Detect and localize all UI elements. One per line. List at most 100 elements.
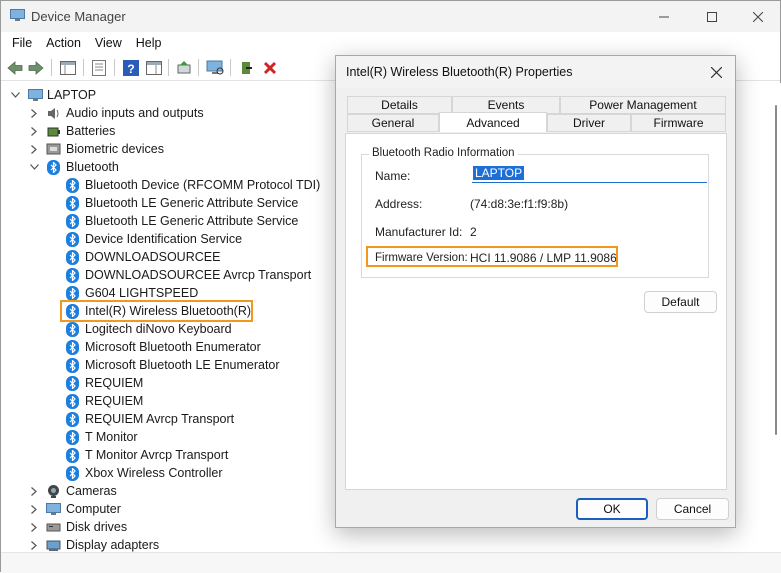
computer-icon (46, 502, 61, 517)
bluetooth-device-item[interactable]: Microsoft Bluetooth Enumerator (1, 338, 331, 356)
bluetooth-device-item[interactable]: Xbox Wireless Controller (1, 464, 331, 482)
uninstall-device-icon[interactable] (260, 58, 280, 78)
title-bar: Device Manager (1, 1, 780, 32)
tree-item-bluetooth[interactable]: Bluetooth (1, 158, 301, 176)
bluetooth-icon (65, 375, 80, 391)
manufacturer-value: 2 (470, 225, 477, 239)
tree-item-label: Display adapters (66, 538, 160, 552)
tree-item-disk-drives[interactable]: Disk drives (1, 518, 301, 536)
address-value: (74:d8:3e:f1:f9:8b) (470, 197, 569, 211)
tree-item-label: Bluetooth LE Generic Attribute Service (85, 214, 299, 228)
tab-firmware[interactable]: Firmware (631, 114, 726, 132)
tree-item-audio[interactable]: Audio inputs and outputs (1, 104, 301, 122)
chevron-down-icon[interactable] (29, 162, 39, 172)
bluetooth-device-item[interactable]: Bluetooth LE Generic Attribute Service (1, 212, 331, 230)
svg-text:?: ? (127, 62, 134, 76)
bluetooth-icon (65, 393, 80, 409)
ok-button[interactable]: OK (576, 498, 648, 520)
maximize-button[interactable] (689, 1, 735, 32)
chevron-right-icon[interactable] (29, 522, 39, 532)
chevron-down-icon[interactable] (10, 90, 20, 100)
bluetooth-icon (65, 285, 80, 301)
bluetooth-icon (65, 357, 80, 373)
show-hide-console-tree-icon[interactable] (58, 58, 78, 78)
horizontal-scrollbar[interactable] (1, 552, 781, 573)
chevron-right-icon[interactable] (29, 486, 39, 496)
tab-power-management[interactable]: Power Management (560, 96, 726, 114)
menu-help[interactable]: Help (129, 32, 169, 54)
tree-item-cameras[interactable]: Cameras (1, 482, 301, 500)
bluetooth-icon (65, 321, 80, 337)
tree-root-laptop[interactable]: LAPTOP (1, 86, 301, 104)
bluetooth-device-item[interactable]: Device Identification Service (1, 230, 331, 248)
tab-details[interactable]: Details (347, 96, 452, 114)
tree-item-label: Batteries (66, 124, 116, 138)
enable-device-icon[interactable] (237, 58, 257, 78)
minimize-button[interactable] (641, 1, 687, 32)
chevron-right-icon[interactable] (29, 540, 39, 550)
menu-action[interactable]: Action (39, 32, 88, 54)
default-button[interactable]: Default (644, 291, 717, 313)
bluetooth-device-item[interactable]: DOWNLOADSOURCEE Avrcp Transport (1, 266, 331, 284)
tree-item-label: Bluetooth LE Generic Attribute Service (85, 196, 299, 210)
menu-view[interactable]: View (88, 32, 129, 54)
bluetooth-device-item[interactable]: REQUIEM (1, 392, 331, 410)
scan-hardware-icon[interactable] (205, 58, 225, 78)
close-button[interactable] (735, 1, 781, 32)
menu-file[interactable]: File (5, 32, 39, 54)
tree-item-label: Audio inputs and outputs (66, 106, 204, 120)
chevron-right-icon[interactable] (29, 504, 39, 514)
bluetooth-device-item[interactable]: Logitech diNovo Keyboard (1, 320, 331, 338)
tree-item-label: Cameras (66, 484, 117, 498)
manufacturer-label: Manufacturer Id: (375, 225, 463, 239)
dialog-close-button[interactable] (697, 56, 735, 88)
toolbar-separator (168, 59, 169, 76)
bluetooth-device-item[interactable]: Microsoft Bluetooth LE Enumerator (1, 356, 331, 374)
tree-item-label: Biometric devices (66, 142, 164, 156)
bluetooth-device-item[interactable]: REQUIEM (1, 374, 331, 392)
update-driver-icon[interactable] (174, 58, 194, 78)
tab-general[interactable]: General (347, 114, 439, 132)
bluetooth-device-item[interactable]: T Monitor Avrcp Transport (1, 446, 331, 464)
biometric-icon (46, 142, 61, 157)
tree-item-label: Disk drives (66, 520, 128, 534)
forward-arrow-icon[interactable] (26, 58, 46, 78)
tree-item-biometric[interactable]: Biometric devices (1, 140, 301, 158)
tree-item-batteries[interactable]: Batteries (1, 122, 301, 140)
tree-item-label: REQUIEM (85, 376, 144, 390)
tab-driver[interactable]: Driver (547, 114, 631, 132)
tree-item-label: REQUIEM Avrcp Transport (85, 412, 235, 426)
tree-item-label: Bluetooth Device (RFCOMM Protocol TDI) (85, 178, 321, 192)
chevron-right-icon[interactable] (29, 108, 39, 118)
tree-item-label: G604 LIGHTSPEED (85, 286, 199, 300)
properties-icon[interactable] (89, 58, 109, 78)
back-arrow-icon[interactable] (5, 58, 25, 78)
bluetooth-device-item[interactable]: Bluetooth Device (RFCOMM Protocol TDI) (1, 176, 331, 194)
action-pane-icon[interactable] (144, 58, 164, 78)
selected-device-highlight-box (60, 300, 253, 322)
bluetooth-icon (65, 411, 80, 427)
cancel-button[interactable]: Cancel (656, 498, 729, 520)
bluetooth-device-item[interactable]: REQUIEM Avrcp Transport (1, 410, 331, 428)
bluetooth-icon (46, 159, 61, 175)
dialog-title-bar: Intel(R) Wireless Bluetooth(R) Propertie… (336, 56, 735, 88)
bluetooth-device-item[interactable]: T Monitor (1, 428, 331, 446)
name-input-value: LAPTOP (473, 166, 525, 180)
tree-item-label: Logitech diNovo Keyboard (85, 322, 232, 336)
tree-item-label: Microsoft Bluetooth Enumerator (85, 340, 261, 354)
tree-item-label: Bluetooth (66, 160, 119, 174)
toolbar-separator (114, 59, 115, 76)
bluetooth-device-item[interactable]: DOWNLOADSOURCEE (1, 248, 331, 266)
name-label: Name: (375, 169, 411, 183)
name-input[interactable]: LAPTOP (472, 165, 707, 183)
tree-item-computer[interactable]: Computer (1, 500, 301, 518)
camera-icon (46, 484, 61, 499)
bluetooth-device-item[interactable]: Bluetooth LE Generic Attribute Service (1, 194, 331, 212)
chevron-right-icon[interactable] (29, 126, 39, 136)
vertical-scrollbar[interactable] (770, 83, 781, 552)
scrollbar-thumb[interactable] (775, 105, 777, 435)
chevron-right-icon[interactable] (29, 144, 39, 154)
help-icon[interactable]: ? (121, 58, 141, 78)
tab-advanced[interactable]: Advanced (439, 112, 547, 132)
tree-item-label: Computer (66, 502, 121, 516)
